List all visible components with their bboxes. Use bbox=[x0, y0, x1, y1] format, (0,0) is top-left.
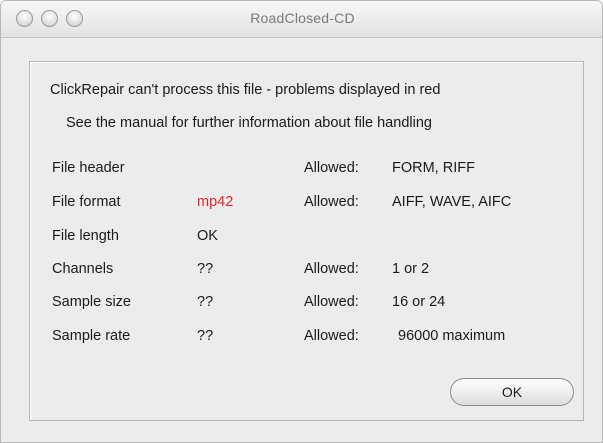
row-label: Sample size bbox=[52, 294, 131, 310]
file-header-row: File header Allowed: FORM, RIFF bbox=[30, 160, 583, 180]
sample-size-row: Sample size ?? Allowed: 16 or 24 bbox=[30, 294, 583, 314]
row-label: File header bbox=[52, 160, 125, 176]
row-value-error: mp42 bbox=[197, 194, 234, 210]
row-label: Channels bbox=[52, 261, 114, 277]
row-value: OK bbox=[197, 228, 218, 244]
row-label: Sample rate bbox=[52, 328, 131, 344]
allowed-label: Allowed: bbox=[304, 261, 359, 277]
error-message: ClickRepair can't process this file - pr… bbox=[50, 82, 441, 98]
allowed-value: 1 or 2 bbox=[392, 261, 430, 277]
message-panel: ClickRepair can't process this file - pr… bbox=[29, 61, 584, 421]
window-title: RoadClosed-CD bbox=[250, 10, 355, 26]
row-label: File length bbox=[52, 228, 119, 244]
row-value: ?? bbox=[197, 294, 214, 310]
allowed-label: Allowed: bbox=[304, 328, 359, 344]
row-label: File format bbox=[52, 194, 121, 210]
file-length-row: File length OK bbox=[30, 228, 583, 248]
row-value: ?? bbox=[197, 328, 214, 344]
file-format-row: File format mp42 Allowed: AIFF, WAVE, AI… bbox=[30, 194, 583, 214]
allowed-label: Allowed: bbox=[304, 160, 359, 176]
manual-hint-message: See the manual for further information a… bbox=[66, 115, 432, 131]
title-bar[interactable]: RoadClosed-CD bbox=[1, 1, 602, 38]
allowed-label: Allowed: bbox=[304, 194, 359, 210]
allowed-value: AIFF, WAVE, AIFC bbox=[392, 194, 512, 210]
allowed-value: 96000 maximum bbox=[398, 328, 506, 344]
allowed-value: FORM, RIFF bbox=[392, 160, 475, 176]
sample-rate-row: Sample rate ?? Allowed: 96000 maximum bbox=[30, 328, 583, 348]
ok-button[interactable]: OK bbox=[450, 378, 574, 406]
dialog-window: RoadClosed-CD ClickRepair can't process … bbox=[0, 0, 603, 443]
row-value: ?? bbox=[197, 261, 214, 277]
allowed-label: Allowed: bbox=[304, 294, 359, 310]
channels-row: Channels ?? Allowed: 1 or 2 bbox=[30, 261, 583, 281]
allowed-value: 16 or 24 bbox=[392, 294, 446, 310]
